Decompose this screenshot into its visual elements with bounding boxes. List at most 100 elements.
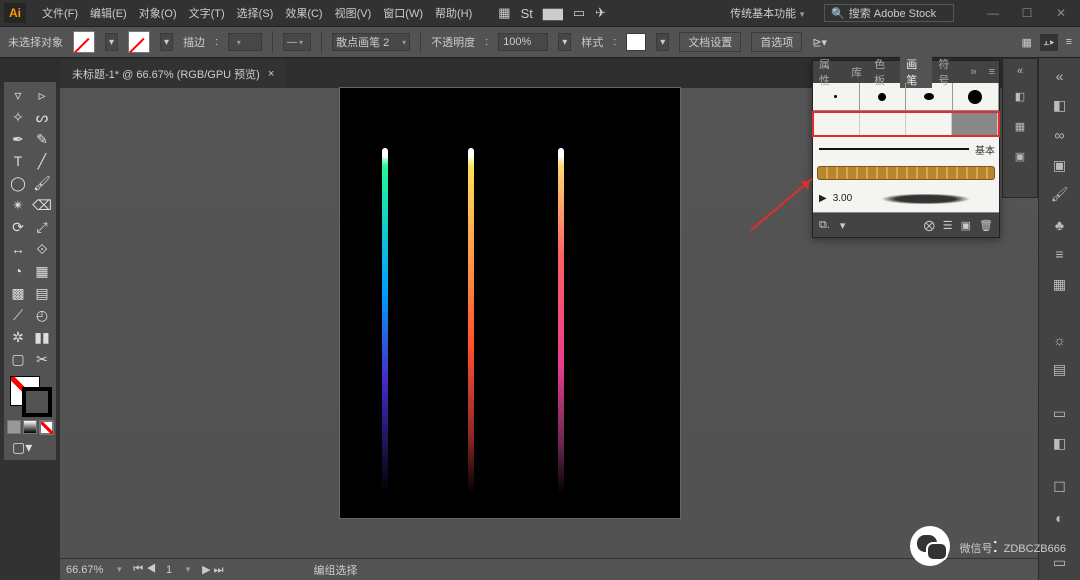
lasso-tool[interactable]: ᔕ bbox=[30, 106, 54, 128]
shaper-tool[interactable]: ✴ bbox=[6, 194, 30, 216]
graphic-style-swatch[interactable] bbox=[626, 33, 646, 51]
artboard-nav-prev[interactable]: ⏮ ◀ bbox=[133, 563, 156, 576]
opacity-dropdown[interactable]: ▾ bbox=[558, 33, 571, 51]
remove-brush-stroke-icon[interactable]: ⨂ bbox=[924, 219, 935, 232]
selection-tool[interactable]: ▿ bbox=[6, 84, 30, 106]
type-tool[interactable]: T bbox=[6, 150, 30, 172]
transform-panel-icon[interactable]: ▦ bbox=[1022, 36, 1032, 49]
stroke-indicator[interactable] bbox=[22, 387, 52, 417]
brush-slot[interactable] bbox=[814, 113, 860, 135]
rotate-tool[interactable]: ⟳ bbox=[6, 216, 30, 238]
stroke-weight-field[interactable]: ▾ bbox=[228, 33, 262, 51]
slice-tool[interactable]: ✂ bbox=[30, 348, 54, 370]
zoom-level[interactable]: 66.67% bbox=[66, 564, 103, 576]
expand-panels-icon[interactable]: « bbox=[1046, 64, 1074, 88]
align-flyout-icon[interactable]: ⊵▾ bbox=[812, 36, 827, 49]
new-brush-icon[interactable]: ▣ bbox=[961, 219, 971, 232]
swatches-panel-icon[interactable]: ▦ bbox=[1046, 272, 1074, 296]
brush-thumb[interactable] bbox=[860, 83, 907, 110]
var-width-profile[interactable]: —▾ bbox=[283, 33, 311, 51]
stock-icon[interactable]: St bbox=[521, 6, 533, 21]
brush-basic-row[interactable]: 基本 bbox=[813, 137, 999, 161]
preferences-button[interactable]: 首选项 bbox=[751, 32, 802, 52]
panel-tabs-overflow[interactable]: » bbox=[964, 66, 982, 78]
panel-menu-icon[interactable]: ≡ bbox=[1066, 36, 1072, 48]
fill-stroke-control[interactable] bbox=[6, 374, 54, 420]
none-mode-button[interactable] bbox=[39, 420, 53, 434]
document-tab[interactable]: 未标题-1* @ 66.67% (RGB/GPU 预览) × bbox=[60, 60, 286, 88]
brush-thumb[interactable] bbox=[953, 83, 1000, 110]
line-segment-tool[interactable]: ╱ bbox=[30, 150, 54, 172]
artboard-tool[interactable]: ▢ bbox=[6, 348, 30, 370]
brush-chain-row[interactable] bbox=[813, 161, 999, 185]
stroke-swatch-none[interactable] bbox=[128, 31, 150, 53]
menu-help[interactable]: 帮助(H) bbox=[429, 1, 478, 25]
menu-object[interactable]: 对象(O) bbox=[133, 1, 183, 25]
direct-selection-tool[interactable]: ▹ bbox=[30, 84, 54, 106]
fill-swatch-none[interactable] bbox=[73, 31, 95, 53]
symbol-sprayer-tool[interactable]: ✲ bbox=[6, 326, 30, 348]
gradient-mode-button[interactable] bbox=[23, 420, 37, 434]
eraser-tool[interactable]: ⌫ bbox=[30, 194, 54, 216]
perspective-grid-tool[interactable]: ▦ bbox=[30, 260, 54, 282]
window-close-button[interactable]: ✕ bbox=[1046, 3, 1076, 23]
delete-brush-icon[interactable]: 🗑 bbox=[979, 219, 993, 232]
color-guide-icon[interactable]: ▦ bbox=[1008, 115, 1032, 137]
panel-menu-icon[interactable]: ≡ bbox=[983, 66, 999, 78]
brush-slot-selected[interactable] bbox=[952, 113, 998, 135]
menu-file[interactable]: 文件(F) bbox=[36, 1, 84, 25]
layers-panel-icon[interactable]: ◧ bbox=[1046, 94, 1074, 118]
menu-effect[interactable]: 效果(C) bbox=[279, 1, 328, 25]
pen-tool[interactable]: ✒ bbox=[6, 128, 30, 150]
transform-panel-icon[interactable]: ☐ bbox=[1046, 476, 1074, 500]
menu-window[interactable]: 窗口(W) bbox=[377, 1, 429, 25]
gradient-tool[interactable]: ▤ bbox=[30, 282, 54, 304]
align-panel-icon[interactable]: ⫠▸ bbox=[1040, 34, 1058, 51]
graphic-style-dropdown[interactable]: ▾ bbox=[656, 33, 669, 51]
menu-type[interactable]: 文字(T) bbox=[183, 1, 231, 25]
artboard-nav-next[interactable]: ▶ ⏭ bbox=[202, 563, 223, 577]
graphic-styles-icon[interactable]: ▤ bbox=[1046, 357, 1074, 381]
gpu-icon[interactable]: ▭ bbox=[573, 5, 585, 21]
appearance-panel-icon[interactable]: ☼ bbox=[1046, 328, 1074, 352]
close-tab-icon[interactable]: × bbox=[268, 68, 274, 80]
cc-libraries-icon[interactable]: ∞ bbox=[1046, 124, 1074, 148]
align-panel-icon[interactable]: ▭ bbox=[1046, 402, 1074, 426]
mesh-tool[interactable]: ▩ bbox=[6, 282, 30, 304]
window-minimize-button[interactable]: — bbox=[978, 3, 1008, 23]
menu-view[interactable]: 视图(V) bbox=[329, 1, 378, 25]
brush-options-icon[interactable]: ☰ bbox=[943, 219, 953, 232]
brush-lib-menu-icon[interactable]: ▾ bbox=[840, 219, 846, 232]
color-mode-button[interactable] bbox=[7, 420, 21, 434]
brush-libraries-icon[interactable]: ⧉. bbox=[819, 219, 830, 232]
color-panel-icon[interactable]: ◧ bbox=[1008, 85, 1032, 107]
chevron-down-icon[interactable]: ▼ bbox=[115, 565, 123, 574]
stroke-dropdown[interactable]: ▾ bbox=[160, 33, 173, 51]
brush-slot[interactable] bbox=[906, 113, 952, 135]
fill-dropdown[interactable]: ▾ bbox=[105, 33, 118, 51]
column-graph-tool[interactable]: ▮▮ bbox=[30, 326, 54, 348]
share-icon[interactable]: ✈ bbox=[595, 5, 606, 21]
panel-tab-libraries[interactable]: 库 bbox=[845, 64, 868, 80]
symbols-panel-icon[interactable]: ♣ bbox=[1046, 213, 1074, 237]
brush-size-row[interactable]: ▶ 3.00 bbox=[813, 185, 999, 213]
menu-edit[interactable]: 编辑(E) bbox=[84, 1, 133, 25]
shape-builder-tool[interactable]: ◔ bbox=[6, 260, 30, 282]
width-tool[interactable]: ↔ bbox=[6, 238, 30, 260]
brushes-panel-icon[interactable]: 🖌 bbox=[1046, 183, 1074, 207]
assets-panel-icon[interactable]: ▣ bbox=[1046, 153, 1074, 177]
search-stock-input[interactable]: 🔍 搜索 Adobe Stock bbox=[824, 4, 954, 22]
bridge-icon[interactable]: ▦ bbox=[498, 5, 510, 21]
brush-definition-dropdown[interactable]: 散点画笔 2▾ bbox=[332, 33, 410, 51]
window-maximize-button[interactable]: ☐ bbox=[1012, 3, 1042, 23]
pathfinder-panel-icon[interactable]: ◧ bbox=[1046, 432, 1074, 456]
brush-thumb[interactable] bbox=[813, 83, 860, 110]
opacity-field[interactable]: 100% bbox=[498, 33, 548, 51]
brush-slot[interactable] bbox=[860, 113, 906, 135]
free-transform-tool[interactable]: ⟐ bbox=[30, 238, 54, 260]
expand-dock2-icon[interactable]: « bbox=[1017, 65, 1023, 77]
blend-tool[interactable]: ◴ bbox=[30, 304, 54, 326]
scale-tool[interactable]: ⤢ bbox=[30, 216, 54, 238]
menu-select[interactable]: 选择(S) bbox=[231, 1, 280, 25]
ellipse-tool[interactable]: ◯ bbox=[6, 172, 30, 194]
